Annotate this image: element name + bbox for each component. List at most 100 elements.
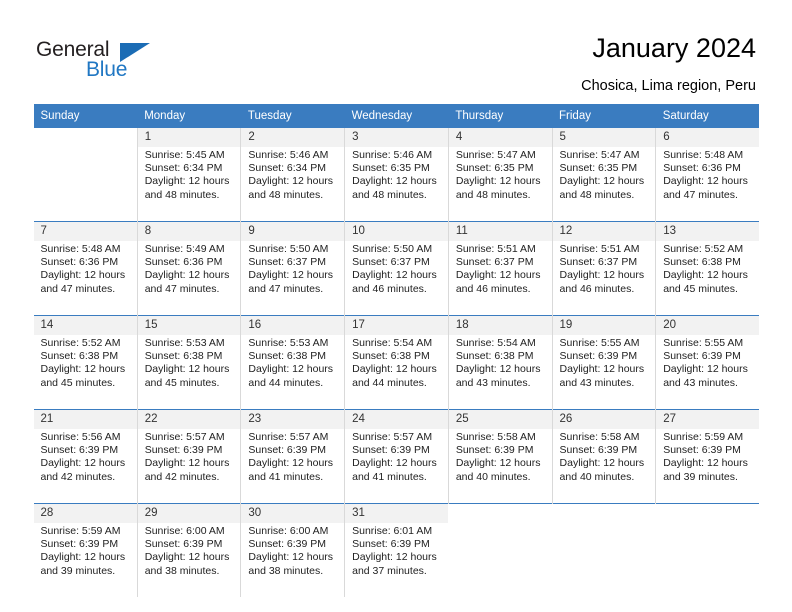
daylight-text: Daylight: 12 hours and 44 minutes. [352,363,437,389]
weekday-header-saturday: Saturday [655,104,760,128]
day-number[interactable]: 5 [551,127,656,147]
daylight-text: Daylight: 12 hours and 38 minutes. [144,551,230,577]
day-number[interactable]: 24 [344,409,449,429]
sunset-text: Sunset: 6:38 PM [248,350,327,363]
day-number[interactable]: 18 [447,315,553,335]
day-cell[interactable]: Sunrise: 5:57 AM Sunset: 6:39 PM Daylight:… [240,429,345,504]
day-cell[interactable]: Sunrise: 5:59 AM Sunset: 6:39 PM Daylight:… [655,429,760,504]
daylight-text: Daylight: 12 hours and 45 minutes. [40,363,126,389]
day-cell[interactable]: Sunrise: 5:46 AM Sunset: 6:35 PM Daylight:… [344,147,449,222]
weekday-header-friday: Friday [552,104,656,128]
weekday-header-monday: Monday [137,104,241,128]
day-number[interactable]: 1 [136,127,241,147]
day-cell[interactable]: Sunrise: 5:55 AM Sunset: 6:39 PM Daylight:… [655,335,760,410]
day-cell[interactable]: Sunrise: 5:57 AM Sunset: 6:39 PM Daylight:… [136,429,241,504]
day-cell[interactable]: Sunrise: 5:58 AM Sunset: 6:39 PM Daylight:… [551,429,656,504]
sunset-text: Sunset: 6:35 PM [455,162,534,175]
day-cell[interactable]: Sunrise: 5:53 AM Sunset: 6:38 PM Daylight:… [240,335,345,410]
day-number[interactable]: 11 [447,221,553,241]
sunset-text: Sunset: 6:37 PM [352,256,430,269]
day-cell[interactable]: Sunrise: 5:51 AM Sunset: 6:37 PM Daylight:… [447,241,553,316]
sunset-text: Sunset: 6:36 PM [663,162,741,175]
day-cell[interactable]: Sunrise: 6:00 AM Sunset: 6:39 PM Daylight:… [136,523,241,597]
day-number[interactable]: 19 [551,315,656,335]
day-number[interactable]: 17 [344,315,449,335]
sunrise-text: Sunrise: 5:55 AM [663,337,744,349]
week-number-row: 28 29 30 31 [33,503,760,523]
sunset-text: Sunset: 6:39 PM [352,538,430,551]
day-number[interactable]: 27 [655,409,760,429]
sunrise-text: Sunrise: 5:51 AM [559,243,640,255]
day-number[interactable]: 25 [447,409,553,429]
day-cell[interactable]: Sunrise: 5:54 AM Sunset: 6:38 PM Daylight:… [344,335,449,410]
sunset-text: Sunset: 6:39 PM [559,350,638,363]
sunrise-text: Sunrise: 5:58 AM [455,431,536,443]
sunset-text: Sunset: 6:37 PM [248,256,327,269]
day-number[interactable]: 7 [33,221,138,241]
day-cell[interactable]: Sunrise: 5:45 AM Sunset: 6:34 PM Daylight:… [136,147,241,222]
day-number[interactable]: 8 [136,221,241,241]
day-cell[interactable]: Sunrise: 5:52 AM Sunset: 6:38 PM Daylight:… [33,335,138,410]
day-cell[interactable]: Sunrise: 5:59 AM Sunset: 6:39 PM Daylight:… [33,523,138,597]
empty-day-cell [33,147,138,222]
day-number[interactable]: 28 [33,503,138,523]
day-number[interactable]: 29 [136,503,241,523]
general-blue-logo[interactable]: General Blue [36,38,166,86]
day-number[interactable]: 22 [136,409,241,429]
day-number[interactable]: 9 [240,221,345,241]
day-number[interactable]: 4 [447,127,553,147]
day-cell[interactable]: Sunrise: 5:48 AM Sunset: 6:36 PM Daylight:… [33,241,138,316]
day-cell[interactable]: Sunrise: 5:47 AM Sunset: 6:35 PM Daylight:… [551,147,656,222]
day-number[interactable]: 16 [240,315,345,335]
week-number-row: 14 15 16 17 18 19 20 [33,315,760,335]
day-cell[interactable]: Sunrise: 5:50 AM Sunset: 6:37 PM Daylight:… [344,241,449,316]
weekday-header-thursday: Thursday [448,104,553,128]
sunrise-text: Sunrise: 5:57 AM [144,431,225,443]
day-cell[interactable]: Sunrise: 6:00 AM Sunset: 6:39 PM Daylight:… [240,523,345,597]
day-number[interactable]: 12 [551,221,656,241]
sunrise-text: Sunrise: 5:53 AM [248,337,329,349]
day-number[interactable]: 13 [655,221,760,241]
day-number[interactable]: 30 [240,503,345,523]
daylight-text: Daylight: 12 hours and 45 minutes. [144,363,230,389]
sunset-text: Sunset: 6:39 PM [352,444,430,457]
daylight-text: Daylight: 12 hours and 42 minutes. [40,457,126,483]
week-detail-row: Sunrise: 5:52 AM Sunset: 6:38 PM Daylight:… [33,335,760,410]
day-cell[interactable]: Sunrise: 5:51 AM Sunset: 6:37 PM Daylight:… [551,241,656,316]
day-cell[interactable]: Sunrise: 5:48 AM Sunset: 6:36 PM Daylight:… [655,147,760,222]
calendar-body: 1 2 3 4 5 6 Sunrise: 5:45 AM Sunset: 6:34 PM Day… [33,127,760,597]
day-cell[interactable]: Sunrise: 5:49 AM Sunset: 6:36 PM Daylight:… [136,241,241,316]
day-cell[interactable]: Sunrise: 5:55 AM Sunset: 6:39 PM Daylight:… [551,335,656,410]
day-cell[interactable]: Sunrise: 5:50 AM Sunset: 6:37 PM Daylight:… [240,241,345,316]
weekday-header-sunday: Sunday [33,104,138,128]
day-number[interactable]: 2 [240,127,345,147]
day-number[interactable]: 20 [655,315,760,335]
day-number[interactable]: 14 [33,315,138,335]
sunset-text: Sunset: 6:39 PM [663,444,741,457]
day-cell[interactable]: Sunrise: 5:57 AM Sunset: 6:39 PM Daylight:… [344,429,449,504]
day-cell[interactable]: Sunrise: 5:56 AM Sunset: 6:39 PM Daylight:… [33,429,138,504]
empty-day-number [655,503,760,523]
daylight-text: Daylight: 12 hours and 47 minutes. [248,269,334,295]
day-number[interactable]: 31 [344,503,449,523]
day-number[interactable]: 26 [551,409,656,429]
day-cell[interactable]: Sunrise: 5:47 AM Sunset: 6:35 PM Daylight:… [447,147,553,222]
day-cell[interactable]: Sunrise: 5:58 AM Sunset: 6:39 PM Daylight:… [447,429,553,504]
day-number[interactable]: 23 [240,409,345,429]
day-number[interactable]: 21 [33,409,138,429]
day-cell[interactable]: Sunrise: 5:52 AM Sunset: 6:38 PM Daylight:… [655,241,760,316]
day-cell[interactable]: Sunrise: 5:53 AM Sunset: 6:38 PM Daylight:… [136,335,241,410]
day-cell[interactable]: Sunrise: 6:01 AM Sunset: 6:39 PM Daylight:… [344,523,449,597]
day-number[interactable]: 6 [655,127,760,147]
day-number[interactable]: 15 [136,315,241,335]
day-cell[interactable]: Sunrise: 5:46 AM Sunset: 6:34 PM Daylight:… [240,147,345,222]
sunrise-text: Sunrise: 5:50 AM [248,243,329,255]
calendar-grid: Sunday Monday Tuesday Wednesday Thursday Frid… [33,104,760,597]
page-header: General Blue January 2024 Chosica, Lima … [0,0,792,100]
empty-day-number [33,127,138,147]
sunset-text: Sunset: 6:36 PM [144,256,223,269]
day-number[interactable]: 3 [344,127,449,147]
day-cell[interactable]: Sunrise: 5:54 AM Sunset: 6:38 PM Daylight:… [447,335,553,410]
sunrise-text: Sunrise: 5:59 AM [40,525,121,537]
day-number[interactable]: 10 [344,221,449,241]
